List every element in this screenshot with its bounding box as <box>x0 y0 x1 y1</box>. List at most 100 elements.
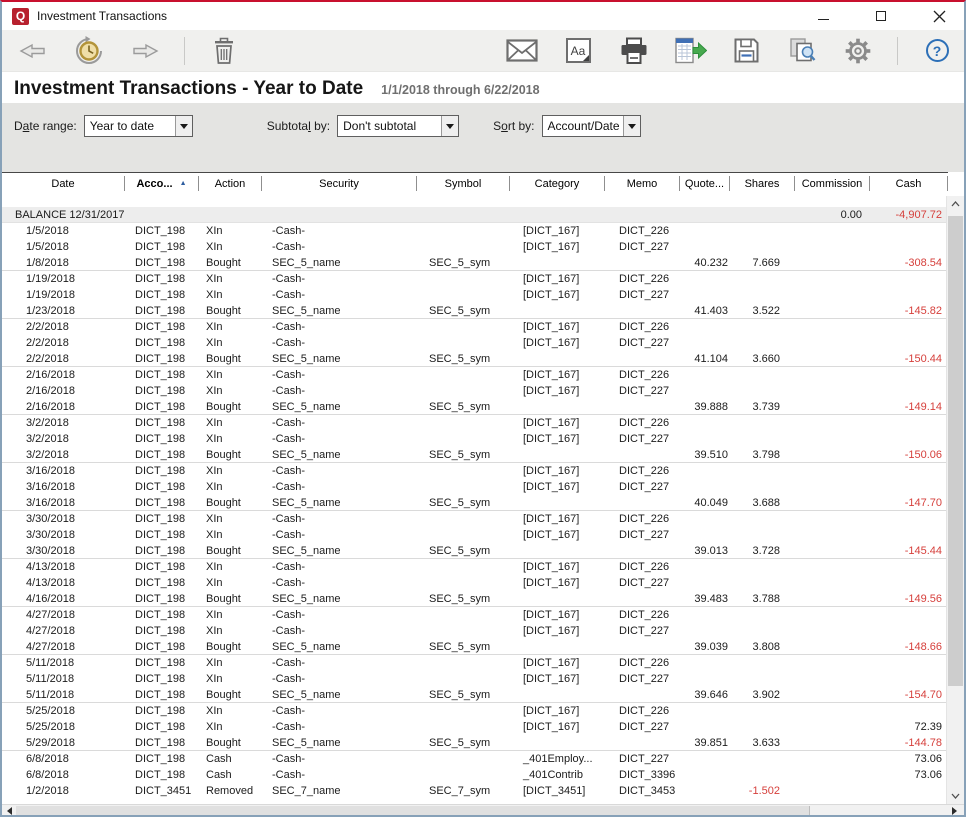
transaction-row[interactable]: 3/2/2018DICT_198BoughtSEC_5_nameSEC_5_sy… <box>2 447 948 463</box>
column-header-date[interactable]: Date <box>2 176 125 191</box>
save-button[interactable] <box>729 35 763 67</box>
subtotal-by-value: Don't subtotal <box>338 116 441 136</box>
transaction-row[interactable]: 2/2/2018DICT_198XIn-Cash-[DICT_167]DICT_… <box>2 335 948 351</box>
cell-memo: DICT_227 <box>605 385 680 397</box>
column-header-memo[interactable]: Memo <box>605 176 680 191</box>
transaction-row[interactable]: 3/2/2018DICT_198XIn-Cash-[DICT_167]DICT_… <box>2 431 948 447</box>
history-button[interactable] <box>72 35 106 67</box>
transaction-row[interactable]: 1/2/2018DICT_3451RemovedSEC_7_nameSEC_7_… <box>2 783 948 799</box>
scroll-up-button[interactable] <box>947 196 964 212</box>
scroll-down-button[interactable] <box>947 788 964 804</box>
horizontal-scrollbar[interactable] <box>2 804 964 817</box>
cell-security: -Cash- <box>262 321 417 333</box>
cell-memo: DICT_3453 <box>605 785 680 797</box>
cell-memo: DICT_226 <box>605 225 680 237</box>
cell-memo: DICT_227 <box>605 241 680 253</box>
settings-button[interactable] <box>841 35 875 67</box>
transaction-row[interactable]: 3/16/2018DICT_198XIn-Cash-[DICT_167]DICT… <box>2 463 948 479</box>
scroll-right-button[interactable] <box>948 805 962 817</box>
cell-memo: DICT_227 <box>605 289 680 301</box>
cell-action: Bought <box>199 305 262 317</box>
sort-by-dropdown[interactable]: Account/Date <box>542 115 641 137</box>
vertical-scrollbar[interactable] <box>946 196 964 804</box>
cell-category: [DICT_167] <box>510 337 605 349</box>
transaction-row[interactable]: 5/25/2018DICT_198XIn-Cash-[DICT_167]DICT… <box>2 703 948 719</box>
column-header-quote[interactable]: Quote... <box>680 176 730 191</box>
transaction-row[interactable]: 3/30/2018DICT_198XIn-Cash-[DICT_167]DICT… <box>2 511 948 527</box>
transaction-row[interactable]: 2/16/2018DICT_198XIn-Cash-[DICT_167]DICT… <box>2 367 948 383</box>
transaction-row[interactable]: 3/30/2018DICT_198XIn-Cash-[DICT_167]DICT… <box>2 527 948 543</box>
transaction-row[interactable]: 4/27/2018DICT_198BoughtSEC_5_nameSEC_5_s… <box>2 639 948 655</box>
transaction-row[interactable]: 1/23/2018DICT_198BoughtSEC_5_nameSEC_5_s… <box>2 303 948 319</box>
cell-memo: DICT_226 <box>605 273 680 285</box>
column-header-account[interactable]: Acco...▲ <box>125 176 199 191</box>
minimize-button[interactable] <box>812 6 834 26</box>
transaction-row[interactable]: 1/5/2018DICT_198XIn-Cash-[DICT_167]DICT_… <box>2 223 948 239</box>
column-header-commission[interactable]: Commission <box>795 176 870 191</box>
transaction-row[interactable]: 2/16/2018DICT_198XIn-Cash-[DICT_167]DICT… <box>2 383 948 399</box>
transaction-row[interactable]: 2/16/2018DICT_198BoughtSEC_5_nameSEC_5_s… <box>2 399 948 415</box>
cell-action: XIn <box>199 321 262 333</box>
transaction-row[interactable]: 6/8/2018DICT_198Cash-Cash-_401Employ...D… <box>2 751 948 767</box>
column-header-cash[interactable]: Cash <box>870 176 948 191</box>
transaction-row[interactable]: 2/2/2018DICT_198XIn-Cash-[DICT_167]DICT_… <box>2 319 948 335</box>
transaction-row[interactable]: 4/13/2018DICT_198XIn-Cash-[DICT_167]DICT… <box>2 575 948 591</box>
transaction-row[interactable]: 1/19/2018DICT_198XIn-Cash-[DICT_167]DICT… <box>2 287 948 303</box>
cell-security: -Cash- <box>262 705 417 717</box>
transaction-row[interactable]: 3/16/2018DICT_198XIn-Cash-[DICT_167]DICT… <box>2 479 948 495</box>
back-button[interactable] <box>16 35 50 67</box>
transaction-row[interactable]: 3/2/2018DICT_198XIn-Cash-[DICT_167]DICT_… <box>2 415 948 431</box>
help-button[interactable]: ? <box>920 35 954 67</box>
cell-category: [DICT_3451] <box>510 785 605 797</box>
transaction-row[interactable]: 1/8/2018DICT_198BoughtSEC_5_nameSEC_5_sy… <box>2 255 948 271</box>
transaction-row[interactable]: 5/25/2018DICT_198XIn-Cash-[DICT_167]DICT… <box>2 719 948 735</box>
column-header-action[interactable]: Action <box>199 176 262 191</box>
table-spacer-row <box>2 194 948 207</box>
maximize-button[interactable] <box>870 6 892 26</box>
font-button[interactable]: Aa <box>561 35 595 67</box>
transaction-row[interactable]: 3/16/2018DICT_198BoughtSEC_5_nameSEC_5_s… <box>2 495 948 511</box>
transaction-row[interactable]: 4/16/2018DICT_198BoughtSEC_5_nameSEC_5_s… <box>2 591 948 607</box>
horizontal-scroll-thumb[interactable] <box>16 806 810 817</box>
column-header-category[interactable]: Category <box>510 176 605 191</box>
delete-button[interactable] <box>207 35 241 67</box>
cell-shares: 3.788 <box>730 593 795 605</box>
transaction-row[interactable]: 5/11/2018DICT_198XIn-Cash-[DICT_167]DICT… <box>2 671 948 687</box>
transaction-row[interactable]: 1/19/2018DICT_198XIn-Cash-[DICT_167]DICT… <box>2 271 948 287</box>
transaction-row[interactable]: 6/8/2018DICT_198Cash-Cash-_401ContribDIC… <box>2 767 948 783</box>
column-header-shares[interactable]: Shares <box>730 176 795 191</box>
column-header-symbol[interactable]: Symbol <box>417 176 510 191</box>
cell-category: [DICT_167] <box>510 721 605 733</box>
cell-category: [DICT_167] <box>510 385 605 397</box>
preview-button[interactable] <box>785 35 819 67</box>
report-header: Investment Transactions - Year to Date 1… <box>2 72 964 103</box>
email-button[interactable] <box>505 35 539 67</box>
date-range-dropdown[interactable]: Year to date <box>84 115 193 137</box>
cell-symbol: SEC_5_sym <box>417 641 510 653</box>
scroll-left-button[interactable] <box>2 805 16 817</box>
transaction-row[interactable]: 5/11/2018DICT_198BoughtSEC_5_nameSEC_5_s… <box>2 687 948 703</box>
transaction-row[interactable]: 4/27/2018DICT_198XIn-Cash-[DICT_167]DICT… <box>2 607 948 623</box>
close-button[interactable] <box>928 6 950 26</box>
vertical-scroll-thumb[interactable] <box>948 216 963 686</box>
cell-date: 5/25/2018 <box>2 705 125 717</box>
forward-button[interactable] <box>128 35 162 67</box>
cell-symbol: SEC_5_sym <box>417 305 510 317</box>
transaction-row[interactable]: 4/13/2018DICT_198XIn-Cash-[DICT_167]DICT… <box>2 559 948 575</box>
balance-row[interactable]: BALANCE 12/31/20170.00-4,907.72 <box>2 207 948 223</box>
transaction-row[interactable]: 5/29/2018DICT_198BoughtSEC_5_nameSEC_5_s… <box>2 735 948 751</box>
cell-account: DICT_198 <box>125 609 199 621</box>
transaction-row[interactable]: 4/27/2018DICT_198XIn-Cash-[DICT_167]DICT… <box>2 623 948 639</box>
print-button[interactable] <box>617 35 651 67</box>
transaction-row[interactable]: 2/2/2018DICT_198BoughtSEC_5_nameSEC_5_sy… <box>2 351 948 367</box>
transaction-row[interactable]: 3/30/2018DICT_198BoughtSEC_5_nameSEC_5_s… <box>2 543 948 559</box>
cell-security: SEC_5_name <box>262 353 417 365</box>
cell-cash: -149.56 <box>870 593 948 605</box>
column-header-security[interactable]: Security <box>262 176 417 191</box>
cell-security: -Cash- <box>262 673 417 685</box>
transaction-row[interactable]: 1/5/2018DICT_198XIn-Cash-[DICT_167]DICT_… <box>2 239 948 255</box>
subtotal-by-dropdown[interactable]: Don't subtotal <box>337 115 459 137</box>
export-button[interactable] <box>673 35 707 67</box>
cell-date: 1/19/2018 <box>2 273 125 285</box>
transaction-row[interactable]: 5/11/2018DICT_198XIn-Cash-[DICT_167]DICT… <box>2 655 948 671</box>
